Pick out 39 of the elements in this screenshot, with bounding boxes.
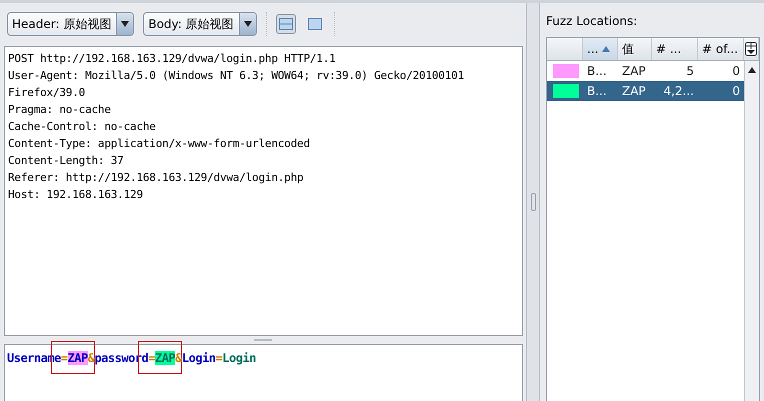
table-row[interactable]: B... ZAP 5 0 — [547, 61, 744, 81]
caret-icon — [121, 21, 130, 27]
table-cell-text: B... — [586, 83, 608, 100]
layout-button[interactable] — [276, 14, 296, 34]
body-token: ZAP — [68, 351, 88, 365]
body-token: = — [216, 351, 222, 365]
header-line: Host: 192.168.163.129 — [8, 187, 144, 203]
body-token: Login — [182, 351, 216, 365]
column-header[interactable]: # of... — [698, 38, 744, 60]
body-token: = — [60, 351, 68, 365]
table-cell-text: ZAP — [621, 63, 647, 80]
header-line: POST http://192.168.163.129/dvwa/login.php HTTP/1.1 — [8, 51, 337, 67]
body-token: = — [148, 351, 155, 365]
table-cell-text: 0 — [731, 83, 741, 100]
view-dropdown[interactable]: Body: 原始视图 — [143, 12, 257, 36]
table-cell-text: 0 — [731, 63, 741, 80]
header-line: Cache-Control: no-cache — [8, 119, 157, 135]
table-cell-text: ZAP — [621, 83, 647, 100]
header-line: Content-Length: 37 — [8, 153, 125, 169]
body-token: ZAP — [154, 351, 176, 365]
view-dropdown[interactable]: Header: 原始视图 — [7, 12, 134, 36]
scroll-up-icon[interactable] — [748, 67, 756, 73]
column-header[interactable]: # ... — [652, 38, 698, 60]
header-line: Pragma: no-cache — [8, 102, 112, 118]
body-token: Login — [222, 351, 256, 365]
header-line: Referer: http://192.168.163.129/dvwa/login.php — [8, 170, 304, 186]
header-line: User-Agent: Mozilla/5.0 (Windows NT 6.3; WOW64; rv:39.0) Gecko/20100101 — [8, 68, 466, 84]
table-cell-text: B... — [586, 63, 608, 80]
table-cell-text: 5 — [685, 63, 695, 80]
caret-icon — [244, 21, 252, 27]
table-cell-text: 4,2... — [662, 83, 695, 100]
header-line: Content-Type: application/x-www-form-urlencoded — [8, 136, 311, 152]
table-row[interactable]: B... ZAP 4,2... 0 — [547, 81, 744, 101]
panel-title: Fuzz Locations: — [546, 13, 638, 30]
header-line: Firefox/39.0 — [8, 85, 86, 101]
column-header[interactable]: 值 — [618, 38, 652, 60]
column-menu-icon[interactable] — [744, 38, 759, 60]
column-header[interactable]: ... — [583, 38, 618, 60]
sort-up-icon — [602, 46, 610, 52]
